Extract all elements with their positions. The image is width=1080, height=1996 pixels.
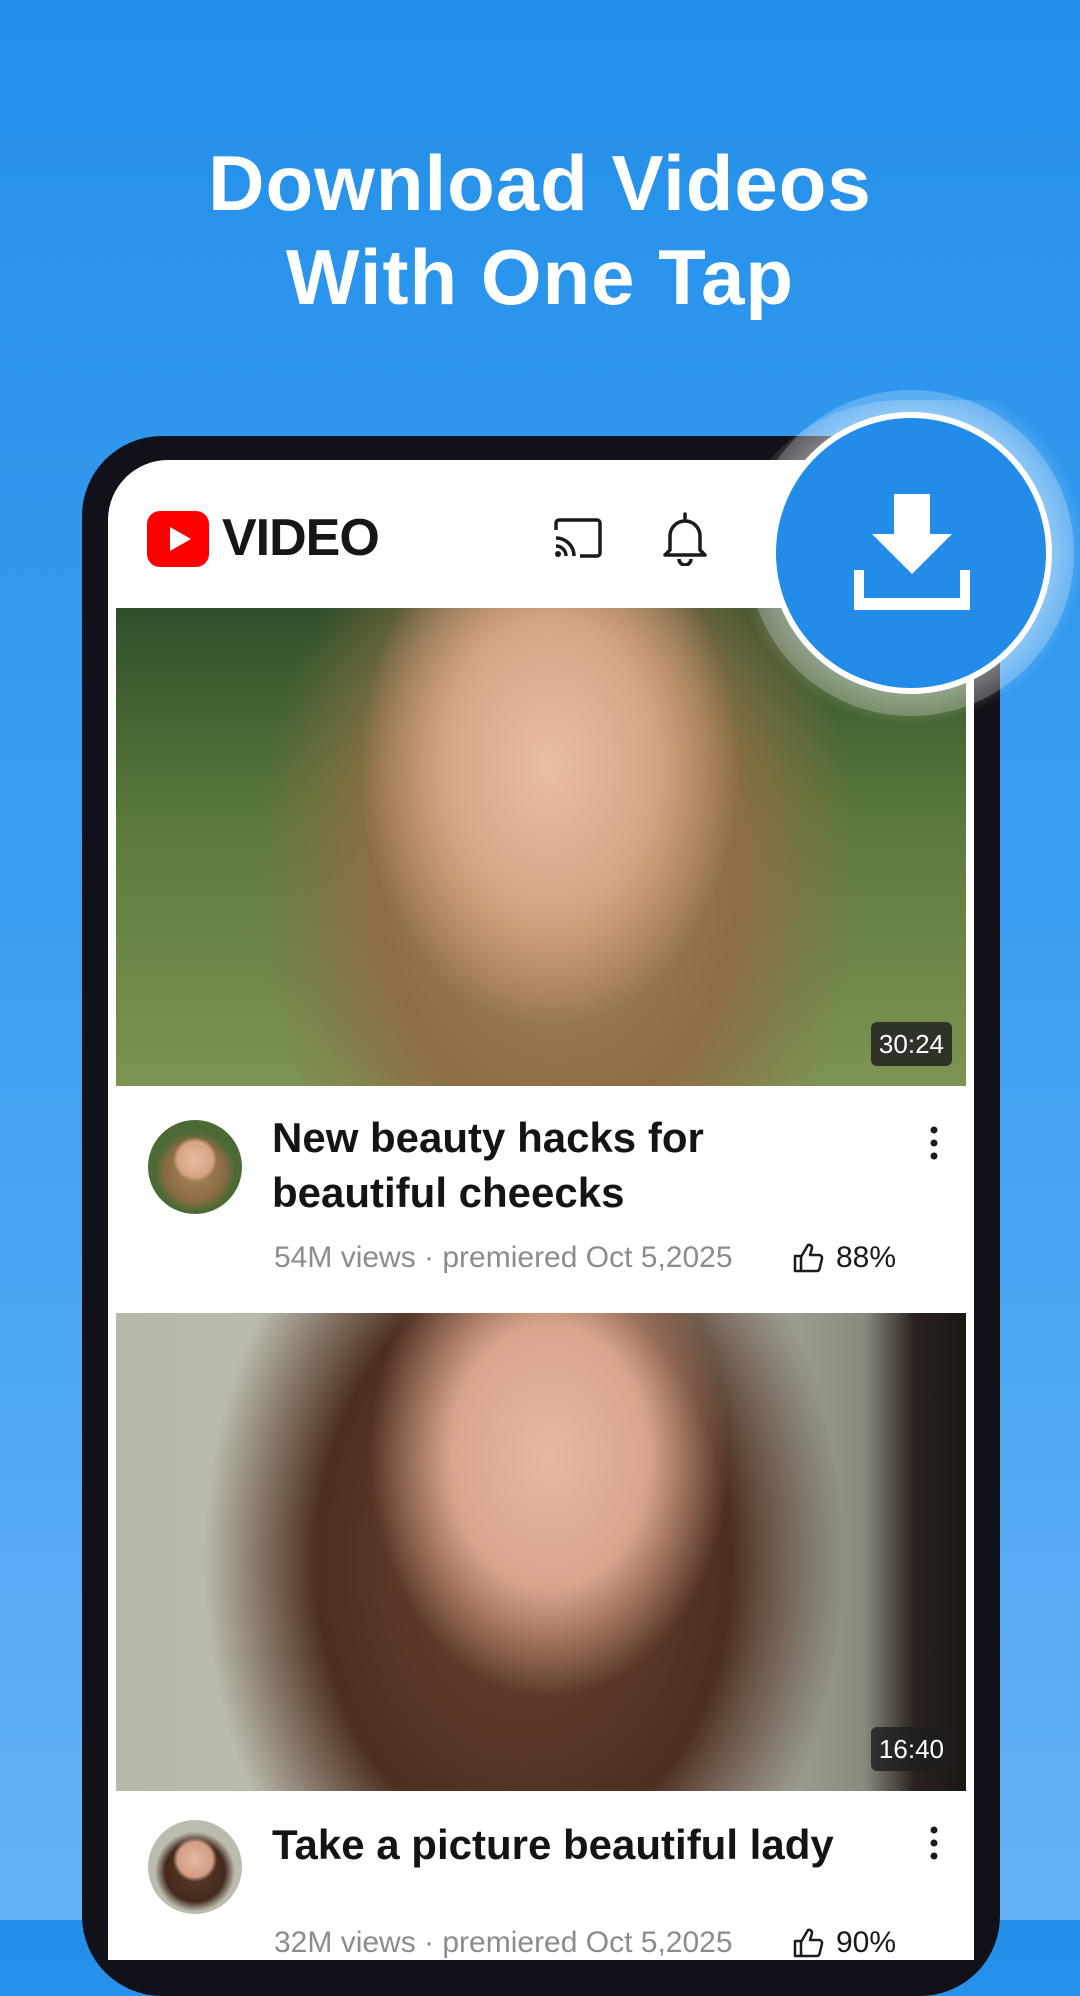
bell-icon[interactable] — [662, 510, 708, 566]
download-icon — [854, 494, 970, 610]
video-title[interactable]: Take a picture beautiful lady — [272, 1817, 872, 1872]
headline-line-1: Download Videos — [208, 139, 872, 227]
play-logo-icon — [147, 511, 209, 567]
more-options-icon[interactable] — [928, 1825, 940, 1861]
video-thumbnail[interactable]: 16:40 — [116, 1313, 966, 1791]
video-title[interactable]: New beauty hacks for beautiful cheecks — [272, 1110, 872, 1220]
download-button[interactable] — [770, 412, 1052, 694]
like-rating: 88% — [836, 1241, 897, 1274]
like-rating: 90% — [836, 1926, 897, 1959]
promo-headline: Download Videos With One Tap — [0, 136, 1080, 324]
thumbs-up-icon[interactable] — [792, 1927, 824, 1959]
headline-line-2: With One Tap — [285, 233, 795, 321]
duration-badge: 16:40 — [870, 1727, 952, 1771]
app-name: VIDEO — [222, 509, 380, 567]
cast-icon[interactable] — [552, 516, 604, 560]
channel-avatar[interactable] — [148, 1820, 242, 1914]
more-options-icon[interactable] — [928, 1125, 940, 1161]
thumbs-up-icon[interactable] — [792, 1242, 824, 1274]
channel-avatar[interactable] — [148, 1120, 242, 1214]
video-meta: 54M views · premiered Oct 5,2025 — [274, 1241, 733, 1274]
video-meta: 32M views · premiered Oct 5,2025 — [274, 1926, 733, 1959]
duration-badge: 30:24 — [870, 1022, 952, 1066]
